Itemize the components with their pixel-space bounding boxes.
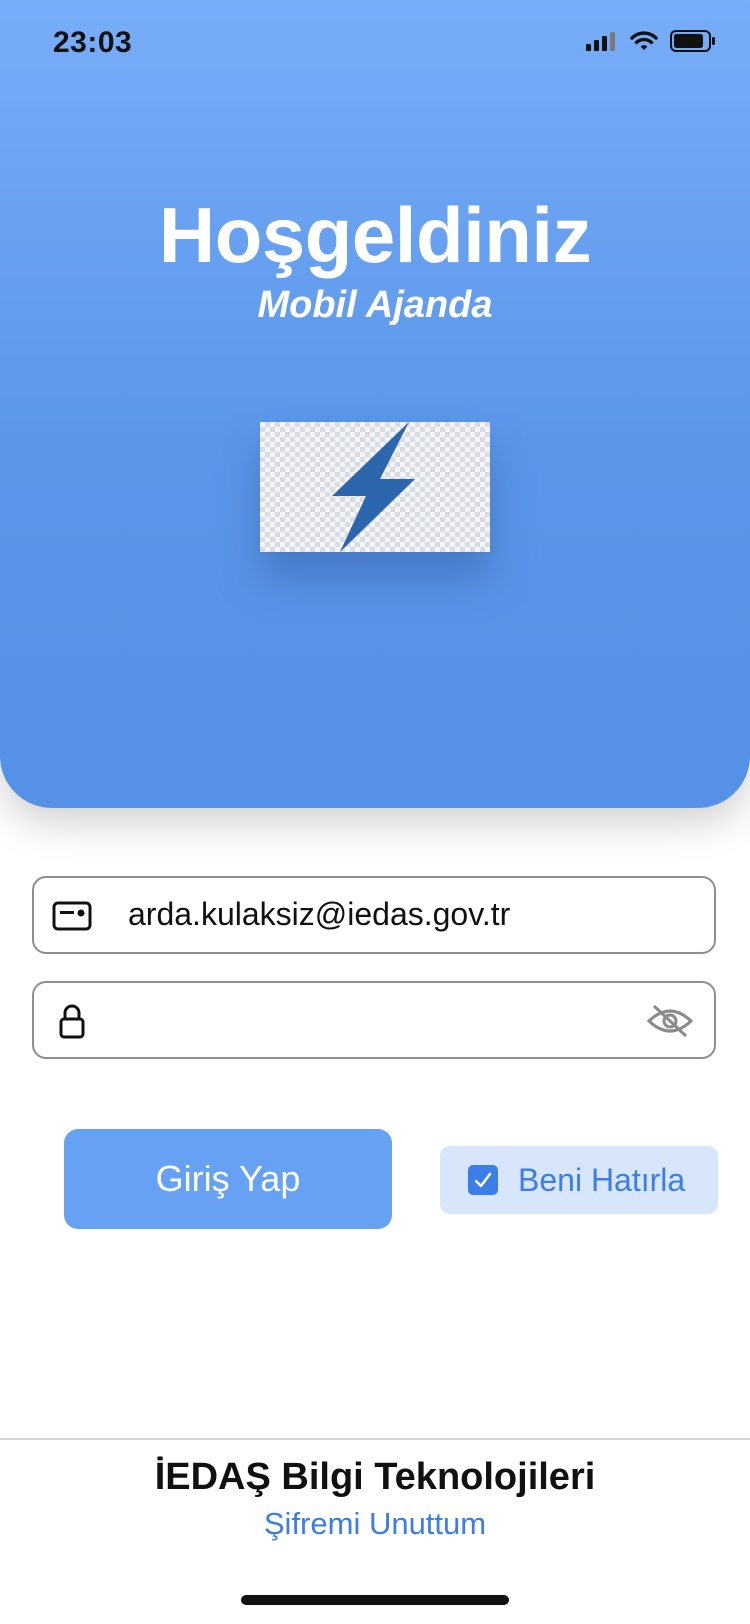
remember-label[interactable]: Beni Hatırla <box>518 1162 685 1199</box>
email-value[interactable]: arda.kulaksiz@iedas.gov.tr <box>128 896 510 933</box>
company-name: İEDAŞ Bilgi Teknolojileri <box>154 1456 596 1498</box>
footer-divider <box>0 1438 750 1440</box>
lightning-bolt-icon <box>332 422 415 552</box>
app-logo <box>260 422 490 552</box>
status-icons <box>586 30 716 52</box>
eye-slash-icon[interactable] <box>646 1003 694 1039</box>
battery-icon <box>670 30 715 52</box>
login-button[interactable]: Giriş Yap <box>64 1129 392 1229</box>
password-field[interactable] <box>32 981 716 1059</box>
checkmark-icon <box>474 1172 492 1188</box>
email-field[interactable]: arda.kulaksiz@iedas.gov.tr <box>32 876 716 954</box>
home-indicator[interactable] <box>241 1595 509 1605</box>
forgot-password-link[interactable]: Şifremi Unuttum <box>0 1506 750 1542</box>
lock-icon <box>59 1004 85 1039</box>
id-card-icon <box>52 901 92 931</box>
status-time: 23:03 <box>53 26 133 59</box>
welcome-title: Hoşgeldiniz <box>158 191 592 279</box>
signal-icon <box>586 32 615 51</box>
app-subtitle: Mobil Ajanda <box>257 284 493 326</box>
wifi-icon <box>630 31 658 50</box>
remember-checkbox[interactable] <box>468 1165 498 1195</box>
hero-header: 23:03 Hoşgeldiniz Mobil Ajanda <box>0 0 750 808</box>
remember-me-toggle[interactable]: Beni Hatırla <box>440 1146 718 1214</box>
